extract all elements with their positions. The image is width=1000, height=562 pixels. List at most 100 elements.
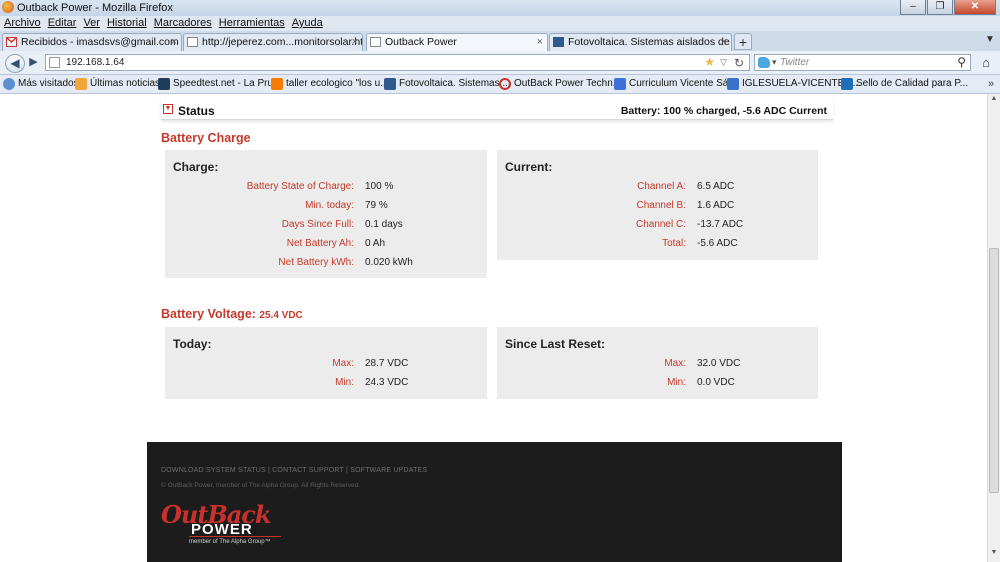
scrollbar-thumb[interactable] bbox=[989, 248, 999, 493]
scroll-down-icon[interactable]: ▼ bbox=[989, 549, 999, 561]
bookmark-item[interactable]: Fotovoltaica. Sistemas ... bbox=[384, 78, 511, 90]
row-value: 0.020 kWh bbox=[365, 257, 413, 268]
tab-outback-power[interactable]: Outback Power × bbox=[366, 33, 548, 51]
search-icon[interactable]: ⚲ bbox=[957, 55, 966, 69]
bookmark-item[interactable]: Últimas noticias bbox=[75, 78, 161, 90]
gmail-icon bbox=[6, 37, 17, 47]
row-value: 24.3 VDC bbox=[365, 377, 409, 388]
close-icon[interactable]: ✕ bbox=[954, 0, 996, 15]
info-row: Min. today: 79 % bbox=[165, 200, 487, 219]
blog-icon bbox=[384, 78, 396, 90]
vertical-scrollbar[interactable]: ▲ ▼ bbox=[987, 94, 1000, 562]
battery-voltage-label: Battery Voltage: bbox=[161, 307, 256, 321]
bookmark-item[interactable]: Más visitados bbox=[3, 78, 79, 90]
blog-icon bbox=[553, 37, 564, 47]
menu-historial[interactable]: Historial bbox=[107, 16, 147, 31]
bookmark-star-icon[interactable]: ★ bbox=[704, 55, 715, 69]
rss-icon bbox=[75, 78, 87, 90]
row-value: 32.0 VDC bbox=[697, 358, 741, 369]
info-row: Total: -5.6 ADC bbox=[497, 238, 818, 257]
scroll-up-icon[interactable]: ▲ bbox=[989, 95, 999, 107]
footer-links[interactable]: DOWNLOAD SYSTEM STATUS | CONTACT SUPPORT… bbox=[161, 467, 427, 474]
bookmark-label: Curriculum Vicente Sá... bbox=[629, 78, 737, 89]
twitter-icon[interactable] bbox=[758, 57, 770, 68]
bookmarks-overflow-icon[interactable]: » bbox=[988, 78, 994, 90]
tab-close-icon[interactable]: × bbox=[721, 34, 727, 50]
battery-voltage-heading: Battery Voltage: 25.4 VDC bbox=[161, 307, 303, 321]
url-history-dropdown-icon[interactable]: ▽ bbox=[720, 57, 727, 68]
menu-editar[interactable]: Editar bbox=[48, 16, 77, 31]
info-row: Net Battery kWh: 0.020 kWh bbox=[165, 257, 487, 276]
minimize-icon[interactable]: – bbox=[900, 0, 926, 15]
maximize-icon[interactable]: ❐ bbox=[927, 0, 953, 15]
tab-close-icon[interactable]: × bbox=[352, 34, 358, 50]
window-title: Outback Power - Mozilla Firefox bbox=[17, 2, 173, 14]
url-text: 192.168.1.64 bbox=[66, 57, 125, 68]
menu-marcadores[interactable]: Marcadores bbox=[154, 16, 212, 31]
bookmark-label: Sello de Calidad para P... bbox=[856, 78, 969, 89]
back-button[interactable]: ◀ bbox=[5, 54, 25, 73]
row-label: Net Battery Ah: bbox=[286, 238, 354, 249]
new-tab-button[interactable]: + bbox=[734, 33, 752, 50]
bookmark-label: Más visitados bbox=[18, 78, 79, 89]
info-row: Min: 0.0 VDC bbox=[497, 377, 818, 396]
bookmark-label: Últimas noticias bbox=[90, 78, 161, 89]
tab-list-icon[interactable]: ▼ bbox=[985, 34, 998, 48]
menu-herramientas[interactable]: Herramientas bbox=[219, 16, 285, 31]
voltage-today-panel: Today: Max: 28.7 VDC Min: 24.3 VDC bbox=[165, 327, 487, 399]
search-input[interactable]: Twitter bbox=[780, 57, 809, 68]
rss-icon bbox=[727, 78, 739, 90]
reload-icon[interactable]: ↻ bbox=[734, 56, 744, 70]
info-row: Max: 32.0 VDC bbox=[497, 358, 818, 377]
bookmark-item[interactable]: Curriculum Vicente Sá... bbox=[614, 78, 737, 90]
row-value: 6.5 ADC bbox=[697, 181, 735, 192]
row-label: Max: bbox=[664, 358, 686, 369]
tab-fotovoltaica[interactable]: Fotovoltaica. Sistemas aislados de la r.… bbox=[549, 33, 732, 51]
current-panel: Current: Channel A: 6.5 ADC Channel B: 1.6… bbox=[497, 150, 818, 260]
site-identity-icon[interactable] bbox=[49, 57, 60, 68]
panel-title: Since Last Reset: bbox=[505, 337, 606, 351]
status-title: Status bbox=[178, 104, 215, 118]
blank-page-icon bbox=[187, 37, 198, 47]
status-summary: Battery: 100 % charged, -5.6 ADC Current bbox=[620, 105, 827, 117]
tab-jeperez[interactable]: http://jeperez.com...monitorsolar.html × bbox=[183, 33, 363, 51]
row-value: -5.6 ADC bbox=[697, 238, 738, 249]
panel-title: Current: bbox=[505, 160, 553, 174]
menu-ayuda[interactable]: Ayuda bbox=[292, 16, 323, 31]
home-button[interactable]: ⌂ bbox=[976, 54, 996, 71]
panel-title: Charge: bbox=[173, 160, 219, 174]
row-label: Channel A: bbox=[637, 181, 686, 192]
bookmark-item[interactable]: taller ecologico "los u... bbox=[271, 78, 389, 90]
tab-gmail[interactable]: Recibidos - imasdsvs@gmail.com - G... × bbox=[2, 33, 182, 51]
bookmark-item[interactable]: OutBack Power Techn... bbox=[499, 78, 621, 90]
outback-logo-member: member of The Alpha Group™ bbox=[189, 539, 271, 545]
tab-close-icon[interactable]: × bbox=[537, 34, 543, 50]
row-label: Channel C: bbox=[635, 219, 686, 230]
battery-voltage-value: 25.4 VDC bbox=[259, 310, 303, 321]
row-value: 28.7 VDC bbox=[365, 358, 409, 369]
row-value: 0 Ah bbox=[365, 238, 386, 249]
charge-panel: Charge: Battery State of Charge: 100 % Mi… bbox=[165, 150, 487, 278]
url-bar[interactable]: 192.168.1.64 ★ ▽ ↻ bbox=[45, 54, 750, 71]
forward-button[interactable]: ▶ bbox=[26, 55, 41, 70]
footer-copyright: © OutBack Power, member of The Alpha Gro… bbox=[161, 482, 361, 489]
menu-ver[interactable]: Ver bbox=[83, 16, 100, 31]
menu-archivo[interactable]: Archivo bbox=[4, 16, 41, 31]
search-engine-dropdown-icon[interactable]: ▾ bbox=[772, 57, 777, 68]
tab-close-icon[interactable]: × bbox=[171, 34, 177, 50]
collapse-icon[interactable]: ▼ bbox=[163, 104, 173, 114]
search-bar[interactable]: ▾ Twitter ⚲ bbox=[754, 54, 971, 71]
outback-icon bbox=[499, 78, 511, 90]
row-value: -13.7 ADC bbox=[697, 219, 744, 230]
bookmark-item[interactable]: Speedtest.net - La Pru... bbox=[158, 78, 282, 90]
info-row: Channel C: -13.7 ADC bbox=[497, 219, 818, 238]
logo-divider bbox=[189, 536, 281, 537]
bookmark-item[interactable]: Sello de Calidad para P... bbox=[841, 78, 969, 90]
bookmark-label: Speedtest.net - La Pru... bbox=[173, 78, 282, 89]
info-row: Channel A: 6.5 ADC bbox=[497, 181, 818, 200]
doc-icon bbox=[614, 78, 626, 90]
menu-bar: Archivo Editar Ver Historial Marcadores … bbox=[0, 16, 1000, 31]
status-header[interactable]: ▼ Status Battery: 100 % charged, -5.6 AD… bbox=[161, 97, 833, 120]
row-label: Battery State of Charge: bbox=[246, 181, 354, 192]
bookmark-label: taller ecologico "los u... bbox=[286, 78, 389, 89]
